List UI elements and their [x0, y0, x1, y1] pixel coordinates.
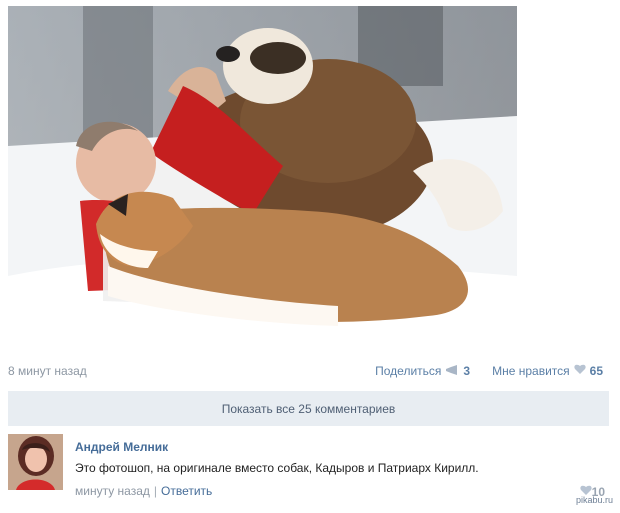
- comment-author[interactable]: Андрей Мелник: [75, 440, 168, 454]
- post-photo[interactable]: [8, 6, 517, 353]
- share-button[interactable]: Поделиться 3: [375, 364, 470, 378]
- share-count: 3: [463, 364, 471, 378]
- like-label: Мне нравится: [492, 364, 570, 378]
- photo-illustration: [8, 6, 517, 353]
- megaphone-icon: [445, 364, 459, 378]
- avatar[interactable]: [8, 434, 63, 490]
- comment-text: Это фотошоп, на оригинале вместо собак, …: [75, 461, 479, 475]
- post-time[interactable]: 8 минут назад: [8, 364, 87, 378]
- heart-icon: [574, 364, 586, 378]
- like-count: 65: [589, 364, 603, 378]
- post-actions: Поделиться 3 Мне нравится 65: [375, 364, 603, 378]
- comment-item: Андрей Мелник Это фотошоп, на оригинале …: [8, 433, 613, 508]
- reply-link[interactable]: Ответить: [161, 484, 212, 498]
- separator: |: [153, 484, 158, 498]
- show-all-comments-button[interactable]: Показать все 25 комментариев: [8, 391, 609, 426]
- comment-footer: минуту назад | Ответить: [75, 484, 212, 498]
- watermark: pikabu.ru: [575, 495, 613, 505]
- like-button[interactable]: Мне нравится 65: [492, 364, 603, 378]
- post-meta-row: 8 минут назад Поделиться 3 Мне нравится …: [8, 360, 603, 384]
- share-label: Поделиться: [375, 364, 442, 378]
- comment-time[interactable]: минуту назад: [75, 484, 150, 498]
